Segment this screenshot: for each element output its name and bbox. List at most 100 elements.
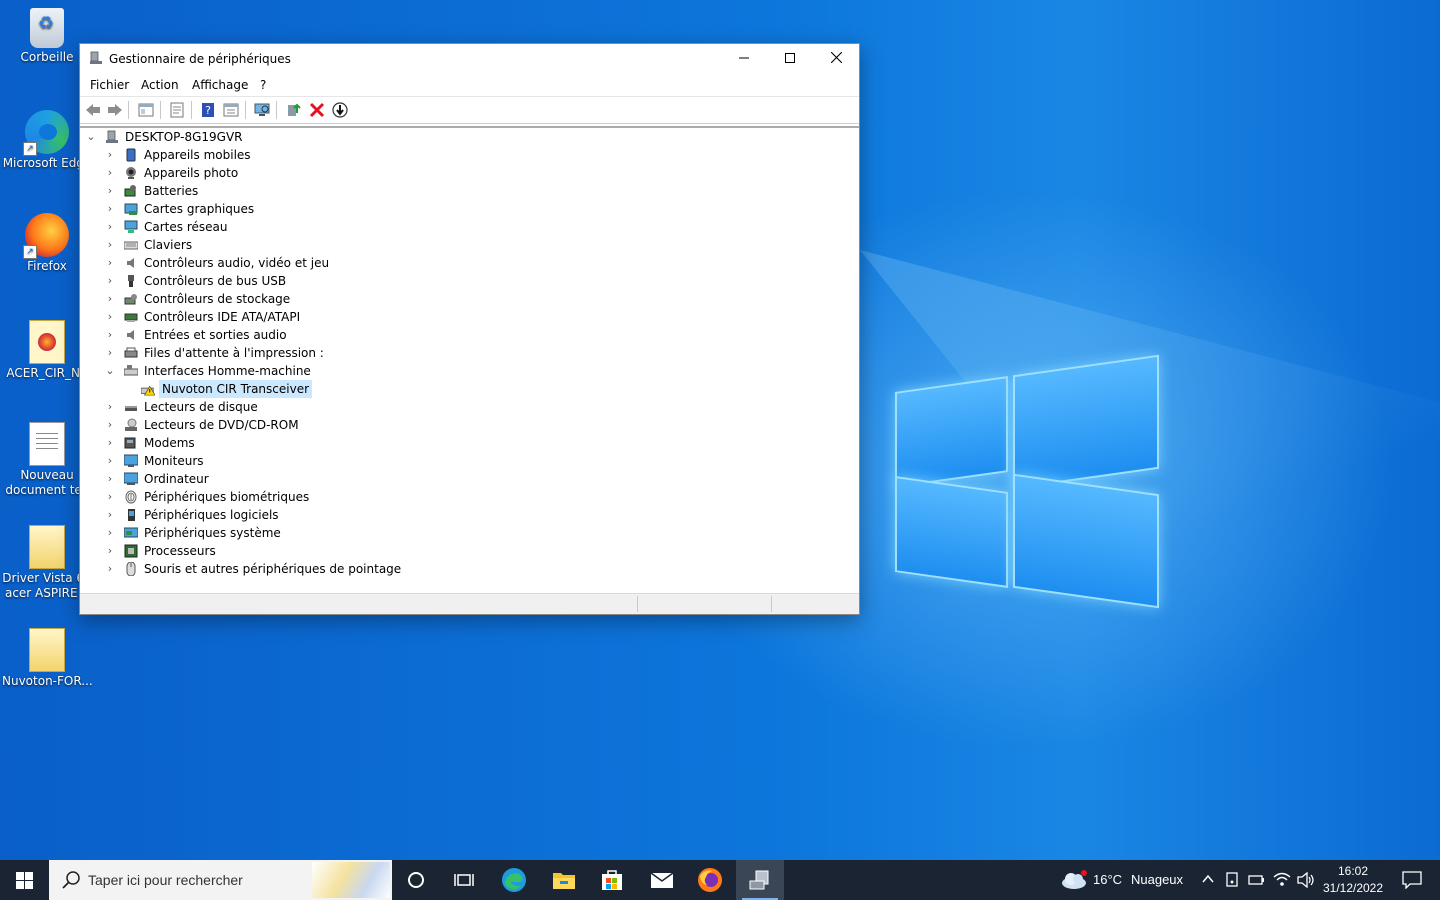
close-icon — [830, 51, 842, 64]
cloudy-weather-icon — [1062, 870, 1087, 889]
tree-label: Claviers — [144, 238, 193, 252]
chevron-right-icon[interactable]: › — [105, 524, 115, 542]
tray-wifi-button[interactable] — [1271, 860, 1293, 900]
taskbar-search-box[interactable]: Taper ici pour rechercher — [49, 860, 392, 900]
taskbar-mail[interactable] — [638, 860, 686, 900]
taskbar-file-explorer[interactable] — [540, 860, 588, 900]
back-arrow-icon[interactable] — [84, 101, 102, 119]
chevron-right-icon[interactable]: › — [105, 236, 115, 254]
battery-plug-icon — [1248, 875, 1264, 885]
usb-icon — [128, 275, 134, 287]
chevron-right-icon[interactable]: › — [105, 308, 115, 326]
weather-temperature: 16°C — [1093, 872, 1123, 887]
chevron-right-icon[interactable]: › — [105, 560, 115, 578]
chevron-right-icon[interactable]: › — [105, 326, 115, 344]
title-bar[interactable]: Gestionnaire de périphériques — [80, 44, 859, 74]
taskbar-store[interactable] — [588, 860, 636, 900]
mail-icon — [650, 872, 674, 888]
chevron-right-icon[interactable]: › — [105, 272, 115, 290]
chevron-up-icon — [1202, 874, 1214, 883]
chevron-right-icon[interactable]: › — [105, 254, 115, 272]
firefox-icon — [698, 868, 722, 892]
task-view-button[interactable] — [440, 860, 488, 900]
windows-logo — [895, 347, 1159, 615]
menu-fichier[interactable]: Fichier — [90, 78, 129, 92]
weather-widget[interactable]: 16°C Nuageux — [1058, 860, 1198, 900]
tree-label: Files d'attente à l'impression : — [144, 346, 324, 360]
maximize-button[interactable] — [767, 44, 813, 74]
help-icon[interactable]: ? — [199, 101, 217, 119]
forward-arrow-icon[interactable] — [106, 101, 124, 119]
show-hidden-icons-button[interactable] — [1198, 860, 1218, 900]
action-center-button[interactable] — [1392, 860, 1432, 900]
chevron-right-icon[interactable]: › — [105, 218, 115, 236]
chevron-right-icon[interactable]: › — [105, 182, 115, 200]
tree-label: Contrôleurs IDE ATA/ATAPI — [144, 310, 301, 324]
chevron-right-icon[interactable]: › — [105, 164, 115, 182]
processor-icon — [124, 544, 138, 558]
view-resources-icon[interactable] — [222, 101, 240, 119]
edge-icon — [502, 868, 526, 892]
chevron-right-icon[interactable]: › — [105, 398, 115, 416]
device-manager-icon — [749, 870, 769, 890]
toolbar: ? — [80, 96, 859, 124]
chevron-down-icon[interactable]: ⌄ — [105, 362, 115, 380]
properties-icon[interactable] — [168, 101, 186, 119]
task-view-icon — [454, 874, 474, 886]
tree-root[interactable]: ⌄ DESKTOP-8G19GVR — [86, 128, 386, 146]
chevron-right-icon[interactable]: › — [105, 200, 115, 218]
chevron-right-icon[interactable]: › — [105, 290, 115, 308]
scan-hardware-icon[interactable] — [253, 101, 271, 119]
mobile-device-icon — [126, 148, 136, 162]
tray-device-icon-button[interactable] — [1222, 860, 1242, 900]
clock-time: 16:02 — [1337, 864, 1369, 878]
chevron-right-icon[interactable]: › — [105, 452, 115, 470]
chevron-right-icon[interactable]: › — [105, 344, 115, 362]
tree-label: Batteries — [144, 184, 199, 198]
menu-action[interactable]: Action — [141, 78, 179, 92]
software-device-icon — [128, 509, 135, 521]
chevron-right-icon[interactable]: › — [105, 146, 115, 164]
start-button[interactable] — [0, 860, 48, 900]
tray-battery-button[interactable] — [1246, 860, 1268, 900]
menu-help[interactable]: ? — [260, 78, 266, 92]
uninstall-device-icon[interactable] — [308, 101, 326, 119]
cortana-button[interactable] — [392, 860, 440, 900]
tree-label: Souris et autres périphériques de pointa… — [144, 562, 402, 576]
close-button[interactable] — [813, 44, 859, 74]
chevron-right-icon[interactable]: › — [105, 488, 115, 506]
search-highlight-image — [312, 862, 390, 898]
tray-volume-button[interactable] — [1295, 860, 1317, 900]
taskbar-device-manager[interactable] — [736, 860, 784, 900]
status-bar — [80, 593, 859, 614]
chevron-right-icon[interactable]: › — [105, 506, 115, 524]
store-icon — [602, 870, 622, 890]
tree-label: Ordinateur — [144, 472, 209, 486]
notification-icon — [1402, 871, 1422, 889]
desktop-icon-nuvoton-folder[interactable]: Nuvoton-FOR... — [2, 628, 92, 689]
system-device-icon — [124, 527, 138, 538]
chevron-right-icon[interactable]: › — [105, 542, 115, 560]
taskbar-edge[interactable] — [490, 860, 538, 900]
device-manager-icon — [90, 51, 102, 64]
disable-device-icon[interactable] — [331, 101, 349, 119]
view-tree-icon[interactable] — [137, 101, 155, 119]
mouse-icon — [126, 562, 136, 576]
fingerprint-icon — [125, 490, 137, 504]
menu-affichage[interactable]: Affichage — [192, 78, 248, 92]
chevron-right-icon[interactable]: › — [105, 434, 115, 452]
folder-icon — [29, 525, 65, 569]
minimize-button[interactable] — [721, 44, 767, 74]
chevron-down-icon[interactable]: ⌄ — [86, 128, 96, 146]
chevron-right-icon[interactable]: › — [105, 470, 115, 488]
dvd-drive-icon — [125, 418, 137, 431]
keyboard-icon — [124, 241, 138, 250]
update-driver-icon[interactable] — [285, 101, 303, 119]
tree-label: Lecteurs de DVD/CD-ROM — [144, 418, 299, 432]
system-clock[interactable]: 16:02 31/12/2022 — [1318, 863, 1388, 897]
desktop-icon-label: Nuvoton-FOR... — [2, 674, 92, 688]
tree-label: Contrôleurs de bus USB — [144, 274, 287, 288]
device-manager-window: Gestionnaire de périphériques Fichier Ac… — [79, 43, 860, 615]
chevron-right-icon[interactable]: › — [105, 416, 115, 434]
taskbar-firefox[interactable] — [686, 860, 734, 900]
